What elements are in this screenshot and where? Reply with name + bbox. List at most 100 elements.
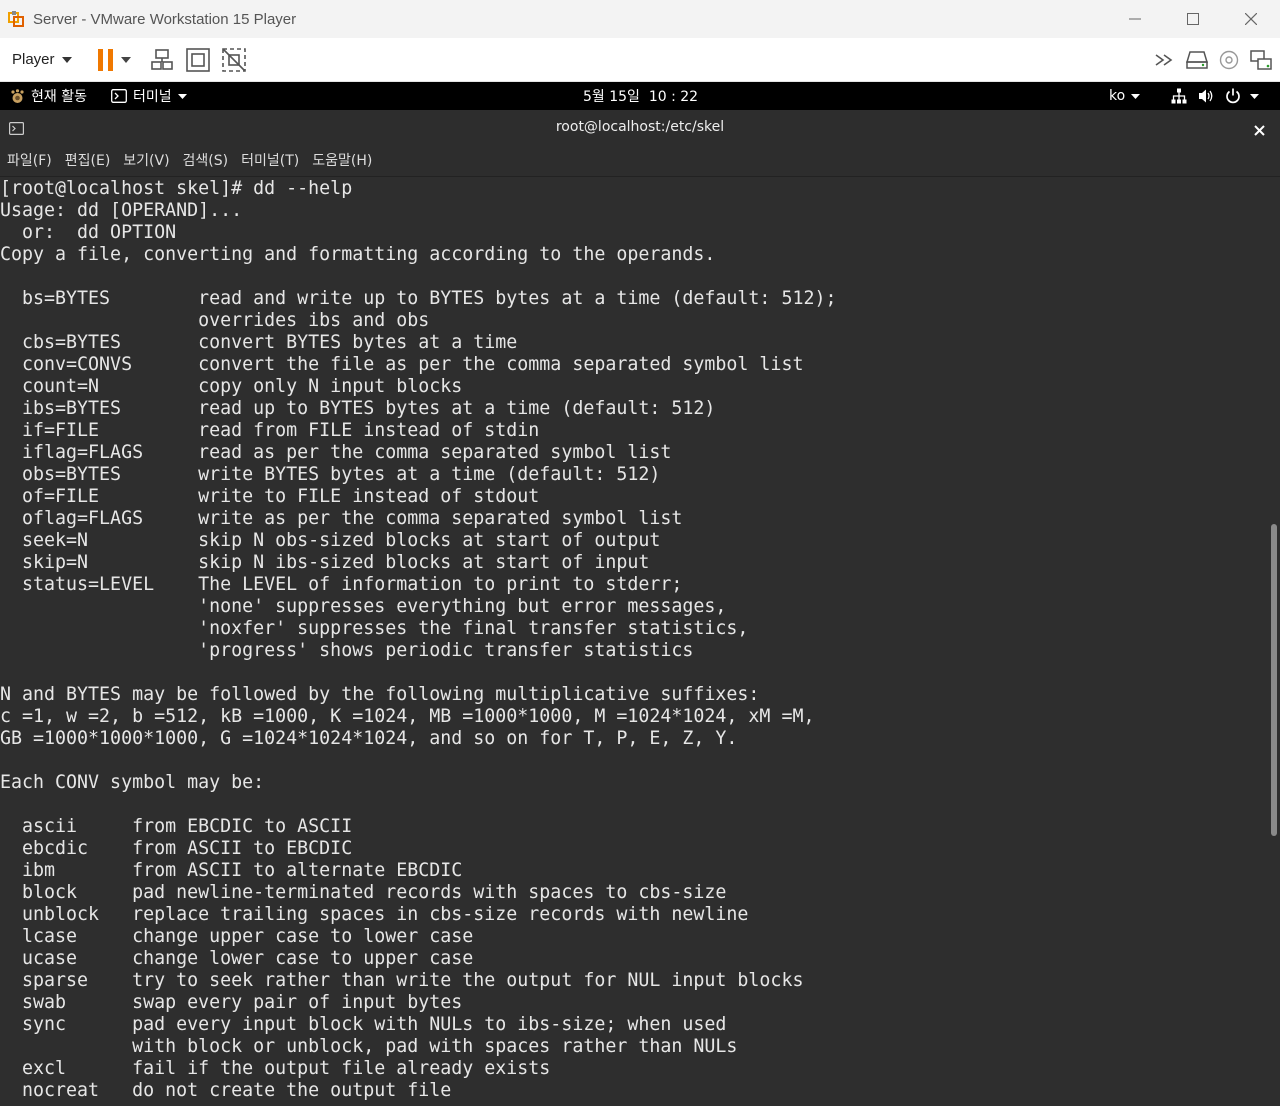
unity-button[interactable] [221, 47, 246, 72]
terminal-line: if=FILE read from FILE instead of stdin [0, 420, 540, 441]
terminal-line: of=FILE write to FILE instead of stdout [0, 486, 540, 507]
input-method-label: ko [1109, 88, 1126, 104]
terminal-line: block pad newline-terminated records wit… [0, 882, 727, 903]
terminal-line: excl fail if the output file already exi… [0, 1058, 551, 1079]
terminal-line: ibs=BYTES read up to BYTES bytes at a ti… [0, 398, 716, 419]
terminal-close-button[interactable] [1254, 121, 1265, 140]
terminal-line: Copy a file, converting and formatting a… [0, 244, 716, 265]
volume-icon [1199, 89, 1213, 103]
input-method-indicator[interactable]: ko [1109, 82, 1141, 110]
terminal-line: or: dd OPTION [0, 222, 177, 243]
chevron-down-icon [177, 93, 187, 99]
menu-help[interactable]: 도움말(H) [312, 150, 372, 170]
menu-terminal[interactable]: 터미널(T) [241, 150, 299, 170]
terminal-line: [root@localhost skel]# dd --help [0, 178, 353, 199]
clock-label: 5월 15일 10 : 22 [583, 89, 699, 105]
send-ctrl-alt-del-button[interactable] [150, 48, 174, 72]
terminal-line: 'none' suppresses everything but error m… [0, 596, 727, 617]
power-icon [1226, 88, 1240, 104]
terminal-line: conv=CONVS convert the file as per the c… [0, 354, 804, 375]
terminal-line: cbs=BYTES convert BYTES bytes at a time [0, 332, 518, 353]
scrollbar-thumb[interactable] [1271, 524, 1277, 836]
terminal-line: Usage: dd [OPERAND]... [0, 200, 243, 221]
power-options-dropdown[interactable] [120, 56, 131, 63]
terminal-line: bs=BYTES read and write up to BYTES byte… [0, 288, 837, 309]
app-menu-label: 터미널 [133, 89, 172, 105]
terminal-line: sync pad every input block with NULs to … [0, 1014, 727, 1035]
terminal-line: with block or unblock, pad with spaces r… [0, 1036, 738, 1057]
activities-label: 현재 활동 [31, 89, 87, 105]
double-chevron-right-icon [1155, 53, 1173, 66]
player-menu-label: Player [12, 51, 55, 68]
terminal-line: status=LEVEL The LEVEL of information to… [0, 574, 683, 595]
terminal-line: 'noxfer' suppresses the final transfer s… [0, 618, 749, 639]
close-icon [1245, 13, 1257, 25]
full-screen-button[interactable] [185, 47, 210, 72]
cd-icon [1219, 50, 1239, 69]
terminal-line: swab swap every pair of input bytes [0, 992, 463, 1013]
vmware-toolbar: Player [0, 38, 1280, 82]
more-devices-button[interactable] [1155, 53, 1175, 67]
hard-disk-icon [1186, 50, 1208, 69]
terminal-line: seek=N skip N obs-sized blocks at start … [0, 530, 661, 551]
chevron-down-icon [61, 56, 72, 63]
chevron-down-icon [120, 56, 131, 63]
terminal-line: N and BYTES may be followed by the follo… [0, 684, 760, 705]
menu-edit[interactable]: 편집(E) [65, 150, 111, 170]
menu-file[interactable]: 파일(F) [7, 150, 52, 170]
terminal-line: GB =1000*1000*1000, G =1024*1024*1024, a… [0, 728, 738, 749]
vmware-title-bar: Server - VMware Workstation 15 Player [0, 0, 1280, 38]
terminal-output-text: [root@localhost skel]# dd --help Usage: … [0, 178, 836, 1102]
terminal-app-icon [111, 89, 127, 103]
terminal-menubar: 파일(F) 편집(E) 보기(V) 검색(S) 터미널(T) 도움말(H) [0, 144, 1280, 177]
terminal-line: unblock replace trailing spaces in cbs-s… [0, 904, 749, 925]
terminal-line: ebcdic from ASCII to EBCDIC [0, 838, 353, 859]
network-adapter-icon [1250, 49, 1272, 70]
terminal-output-area[interactable]: [root@localhost skel]# dd --help Usage: … [0, 177, 1268, 1106]
chevron-down-icon [1250, 93, 1259, 99]
gnome-top-bar: 현재 활동 터미널 5월 15일 10 : 22 ko [0, 82, 1280, 110]
terminal-line: ascii from EBCDIC to ASCII [0, 816, 353, 837]
cd-dvd-device-button[interactable] [1219, 50, 1239, 70]
activities-button[interactable]: 현재 활동 [10, 82, 87, 110]
chevron-down-icon [1131, 93, 1141, 99]
network-wired-icon [1171, 88, 1187, 104]
menu-search[interactable]: 검색(S) [183, 150, 229, 170]
system-menu[interactable] [1171, 82, 1259, 110]
minimize-icon [1129, 18, 1141, 20]
window-title: Server - VMware Workstation 15 Player [33, 10, 297, 28]
terminal-line: sparse try to seek rather than write the… [0, 970, 804, 991]
terminal-scrollbar[interactable] [1268, 177, 1280, 1106]
gnome-foot-icon [11, 88, 24, 103]
terminal-line: skip=N skip N ibs-sized blocks at start … [0, 552, 650, 573]
menu-view[interactable]: 보기(V) [123, 150, 169, 170]
fullscreen-icon [185, 47, 210, 72]
hard-disk-device-button[interactable] [1186, 50, 1208, 69]
close-button[interactable] [1222, 0, 1280, 38]
minimize-button[interactable] [1106, 0, 1164, 38]
pause-button[interactable] [97, 48, 114, 71]
unity-disabled-icon [221, 47, 246, 72]
vmware-logo-icon [8, 10, 26, 28]
network-adapter-device-button[interactable] [1250, 49, 1272, 70]
pause-icon [97, 48, 113, 71]
terminal-line: nocreat do not create the output file [0, 1080, 452, 1101]
terminal-header-bar: root@localhost:/etc/skel [0, 110, 1280, 144]
terminal-line: oflag=FLAGS write as per the comma separ… [0, 508, 683, 529]
terminal-line: obs=BYTES write BYTES bytes at a time (d… [0, 464, 661, 485]
terminal-line: count=N copy only N input blocks [0, 376, 463, 397]
terminal-line: overrides ibs and obs [0, 310, 430, 331]
terminal-window-title: root@localhost:/etc/skel [555, 119, 725, 135]
player-menu-button[interactable]: Player [12, 51, 72, 68]
close-icon [1254, 125, 1265, 136]
maximize-button[interactable] [1164, 0, 1222, 38]
terminal-line: lcase change upper case to lower case [0, 926, 474, 947]
network-computers-icon [150, 48, 173, 70]
terminal-line: 'progress' shows periodic transfer stati… [0, 640, 694, 661]
clock[interactable]: 5월 15일 10 : 22 [583, 82, 698, 110]
terminal-line: c =1, w =2, b =512, kB =1000, K =1024, M… [0, 706, 815, 727]
maximize-icon [1187, 13, 1199, 25]
terminal-line: iflag=FLAGS read as per the comma separa… [0, 442, 672, 463]
app-menu-terminal[interactable]: 터미널 [111, 82, 187, 110]
terminal-line: Each CONV symbol may be: [0, 772, 265, 793]
